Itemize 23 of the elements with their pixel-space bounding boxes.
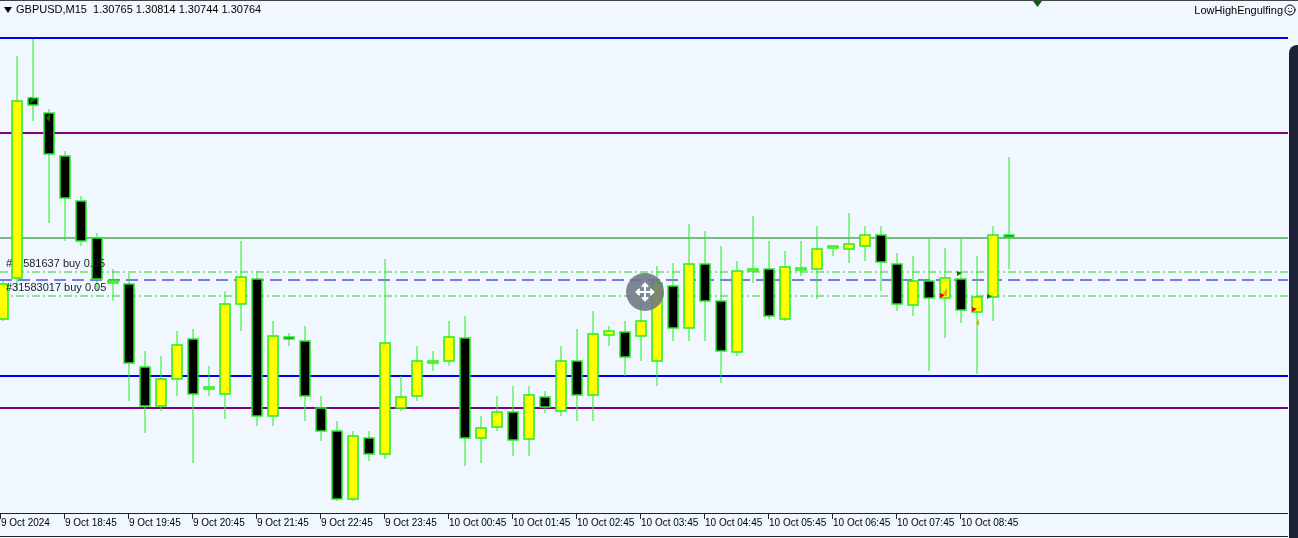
time-axis-label: 10 Oct 04:45 <box>705 518 763 528</box>
move-icon <box>635 282 655 302</box>
time-axis-label: 9 Oct 19:45 <box>129 518 181 528</box>
time-axis-label: 9 Oct 23:45 <box>385 518 437 528</box>
time-axis-label: 10 Oct 00:45 <box>449 518 507 528</box>
time-axis-label: 10 Oct 01:45 <box>513 518 571 528</box>
triangle-marker-icon <box>1033 1 1042 7</box>
time-axis-label: 9 Oct 21:45 <box>257 518 309 528</box>
time-axis-label: 9 Oct 18:45 <box>65 518 117 528</box>
move-handle[interactable] <box>626 273 664 311</box>
time-axis-label: 9 Oct 2024 <box>1 518 50 528</box>
caret-down-icon[interactable] <box>4 6 12 13</box>
time-axis-label: 9 Oct 22:45 <box>321 518 373 528</box>
time-axis-label: 9 Oct 20:45 <box>193 518 245 528</box>
indicator-name: LowHighEngulfing <box>1194 4 1283 16</box>
smiley-icon <box>1284 4 1296 16</box>
time-axis-label: 10 Oct 02:45 <box>577 518 635 528</box>
chart-title: GBPUSD,M15 1.30765 1.30814 1.30744 1.30764 <box>16 4 262 15</box>
time-axis-label: 10 Oct 06:45 <box>833 518 891 528</box>
time-axis-label: 10 Oct 05:45 <box>769 518 827 528</box>
time-axis-label: 10 Oct 08:45 <box>961 518 1019 528</box>
time-axis-label: 10 Oct 03:45 <box>641 518 699 528</box>
time-axis-label: 10 Oct 07:45 <box>897 518 955 528</box>
